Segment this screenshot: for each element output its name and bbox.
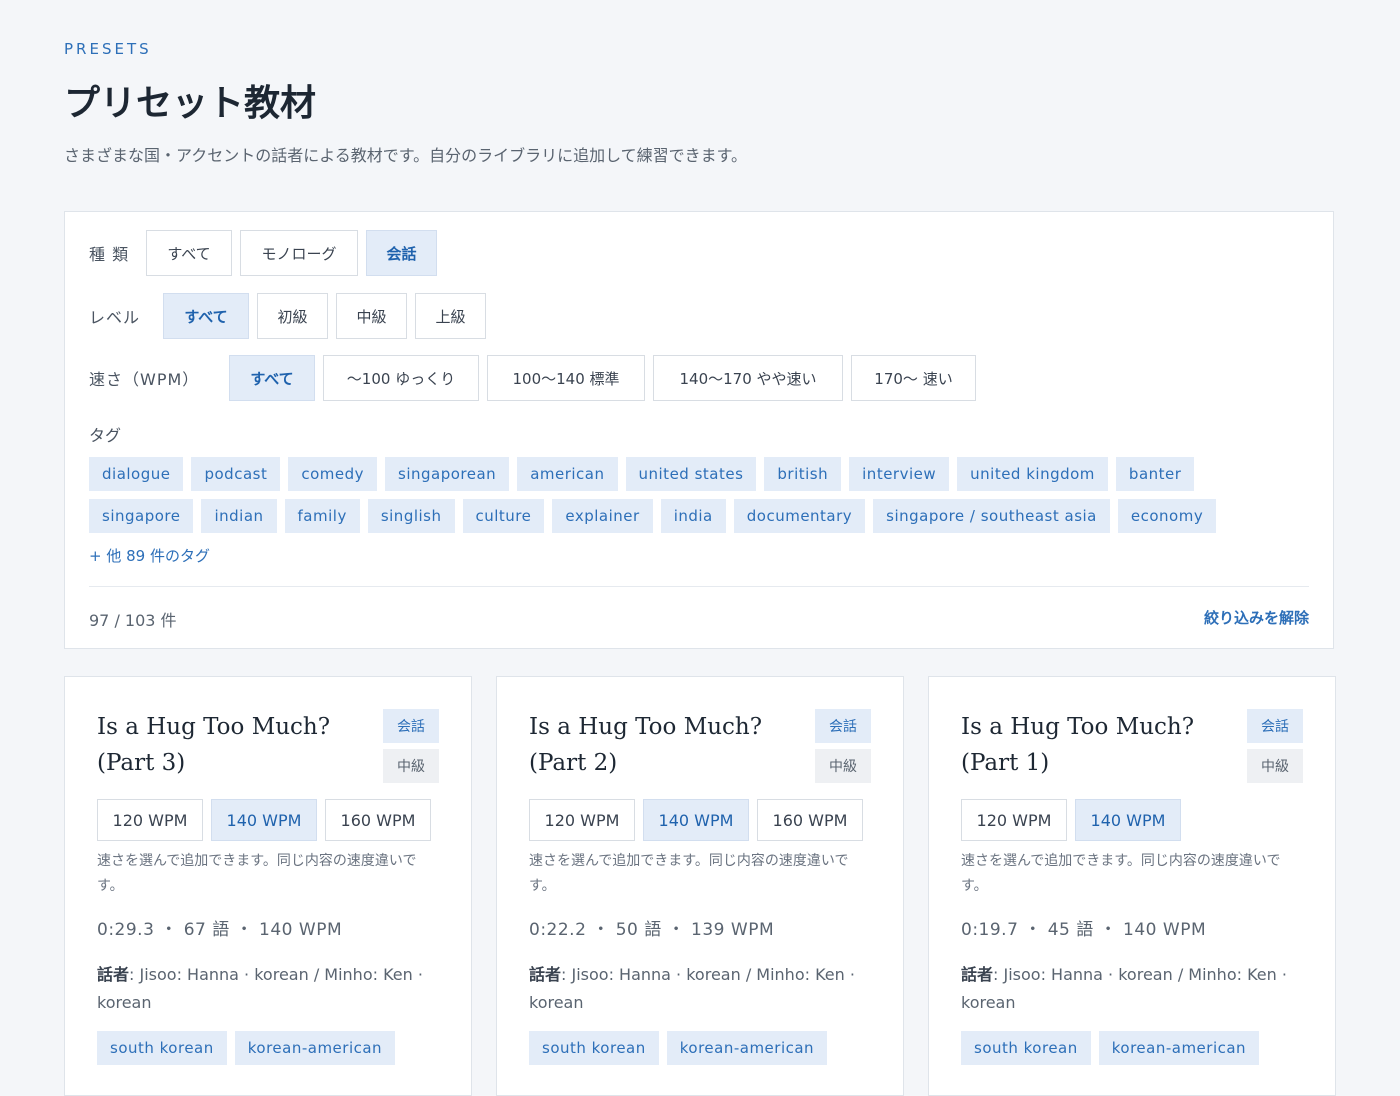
tag-chip[interactable]: comedy [288,457,378,491]
page-subtitle: さまざまな国・アクセントの話者による教材です。自分のライブラリに追加して練習でき… [64,146,748,165]
preset-card: Is a Hug Too Much? (Part 1) 会話 中級 120 WP… [928,676,1336,1096]
card-tags: south korean korean-american [97,1031,403,1065]
speakers: 話者: Jisoo: Hanna · korean / Minho: Ken ·… [961,961,1311,1017]
card-stats: 0:22.2 ・ 50 語 ・ 139 WPM [529,920,775,940]
tag-chip[interactable]: korean-american [1098,1031,1260,1065]
type-badge: 会話 [1247,709,1303,743]
card-tags: south korean korean-american [961,1031,1267,1065]
speed-button-140[interactable]: 140 WPM [1075,799,1181,841]
tag-chip[interactable]: british [764,457,842,491]
eyebrow: PRESETS [64,40,152,58]
level-option-beginner[interactable]: 初級 [257,293,328,339]
filter-panel: 種 類 すべて モノローグ 会話 レベル すべて 初級 中級 上級 速さ（WPM… [64,211,1334,649]
speed-option-slow[interactable]: 〜100 ゆっくり [323,355,479,401]
speed-option-all[interactable]: すべて [229,355,315,401]
tag-row-2: singapore indian family singlish culture… [89,499,1224,533]
speed-button-120[interactable]: 120 WPM [529,799,635,841]
tag-chip[interactable]: singlish [367,499,455,533]
speed-button-140[interactable]: 140 WPM [211,799,317,841]
result-count: 97 / 103 件 [89,611,177,630]
speed-button-160[interactable]: 160 WPM [757,799,863,841]
tag-chip[interactable]: interview [849,457,950,491]
type-option-monologue[interactable]: モノローグ [240,230,358,276]
speakers-label: 話者 [97,965,130,984]
speakers: 話者: Jisoo: Hanna · korean / Minho: Ken ·… [97,961,447,1017]
speed-hint: 速さを選んで追加できます。同じ内容の速度違いです。 [97,853,417,894]
speed-filter-row: 速さ（WPM） すべて 〜100 ゆっくり 100〜140 標準 140〜170… [89,355,984,401]
speakers-value: : Jisoo: Hanna · korean / Minho: Ken · k… [961,965,1287,1012]
tag-chip[interactable]: documentary [733,499,866,533]
speed-button-120[interactable]: 120 WPM [97,799,203,841]
tag-chip[interactable]: culture [462,499,545,533]
page-title: プリセット教材 [64,82,317,124]
speakers-value: : Jisoo: Hanna · korean / Minho: Ken · k… [97,965,423,1012]
type-badge: 会話 [815,709,871,743]
speakers-value: : Jisoo: Hanna · korean / Minho: Ken · k… [529,965,855,1012]
level-filter-label: レベル [89,308,141,327]
speed-option-standard[interactable]: 100〜140 標準 [487,355,645,401]
card-title[interactable]: Is a Hug Too Much? (Part 2) [529,709,779,781]
tag-row-1: dialogue podcast comedy singaporean amer… [89,457,1202,491]
speed-filter-label: 速さ（WPM） [89,370,200,389]
level-badge: 中級 [1247,749,1303,783]
tag-chip[interactable]: south korean [961,1031,1091,1065]
speakers-label: 話者 [961,965,994,984]
tag-chip[interactable]: explainer [552,499,653,533]
preset-card: Is a Hug Too Much? (Part 2) 会話 中級 120 WP… [496,676,904,1096]
card-stats: 0:29.3 ・ 67 語 ・ 140 WPM [97,920,343,940]
speed-button-160[interactable]: 160 WPM [325,799,431,841]
speed-options: 120 WPM 140 WPM 160 WPM [529,799,871,841]
more-tags-link[interactable]: + 他 89 件のタグ [89,545,210,566]
tag-chip[interactable]: banter [1115,457,1195,491]
speed-options: 120 WPM 140 WPM [961,799,1189,841]
speed-button-120[interactable]: 120 WPM [961,799,1067,841]
type-option-dialogue[interactable]: 会話 [366,230,437,276]
tag-chip[interactable]: podcast [191,457,281,491]
speed-hint: 速さを選んで追加できます。同じ内容の速度違いです。 [529,853,849,894]
tag-chip[interactable]: singaporean [385,457,510,491]
card-title[interactable]: Is a Hug Too Much? (Part 1) [961,709,1211,781]
divider [89,586,1309,587]
clear-filters-link[interactable]: 絞り込みを解除 [1204,607,1309,628]
tag-chip[interactable]: singapore [89,499,194,533]
tag-chip[interactable]: south korean [529,1031,659,1065]
level-option-all[interactable]: すべて [163,293,249,339]
tag-chip[interactable]: korean-american [234,1031,396,1065]
speakers-label: 話者 [529,965,562,984]
level-filter-row: レベル すべて 初級 中級 上級 [89,293,494,339]
speakers: 話者: Jisoo: Hanna · korean / Minho: Ken ·… [529,961,879,1017]
card-stats: 0:19.7 ・ 45 語 ・ 140 WPM [961,920,1207,940]
tag-chip[interactable]: united states [625,457,757,491]
tag-chip[interactable]: south korean [97,1031,227,1065]
speed-option-fast[interactable]: 140〜170 やや速い [653,355,843,401]
tag-chip[interactable]: korean-american [666,1031,828,1065]
card-tags: south korean korean-american [529,1031,835,1065]
speed-button-140[interactable]: 140 WPM [643,799,749,841]
tag-chip[interactable]: united kingdom [957,457,1108,491]
level-badge: 中級 [383,749,439,783]
tag-chip[interactable]: dialogue [89,457,184,491]
type-option-all[interactable]: すべて [146,230,232,276]
speed-option-very-fast[interactable]: 170〜 速い [851,355,976,401]
preset-card: Is a Hug Too Much? (Part 3) 会話 中級 120 WP… [64,676,472,1096]
level-option-advanced[interactable]: 上級 [415,293,486,339]
speed-options: 120 WPM 140 WPM 160 WPM [97,799,439,841]
tag-chip[interactable]: india [660,499,726,533]
level-option-intermediate[interactable]: 中級 [336,293,407,339]
card-title[interactable]: Is a Hug Too Much? (Part 3) [97,709,347,781]
tag-chip[interactable]: singapore / southeast asia [873,499,1110,533]
type-badge: 会話 [383,709,439,743]
speed-hint: 速さを選んで追加できます。同じ内容の速度違いです。 [961,853,1281,894]
tag-chip[interactable]: economy [1117,499,1217,533]
tag-chip[interactable]: indian [201,499,277,533]
tag-chip[interactable]: american [517,457,618,491]
type-filter-row: 種 類 すべて モノローグ 会話 [89,230,445,276]
tag-chip[interactable]: family [284,499,360,533]
tags-label: タグ [89,426,122,445]
type-filter-label: 種 類 [89,245,130,264]
level-badge: 中級 [815,749,871,783]
